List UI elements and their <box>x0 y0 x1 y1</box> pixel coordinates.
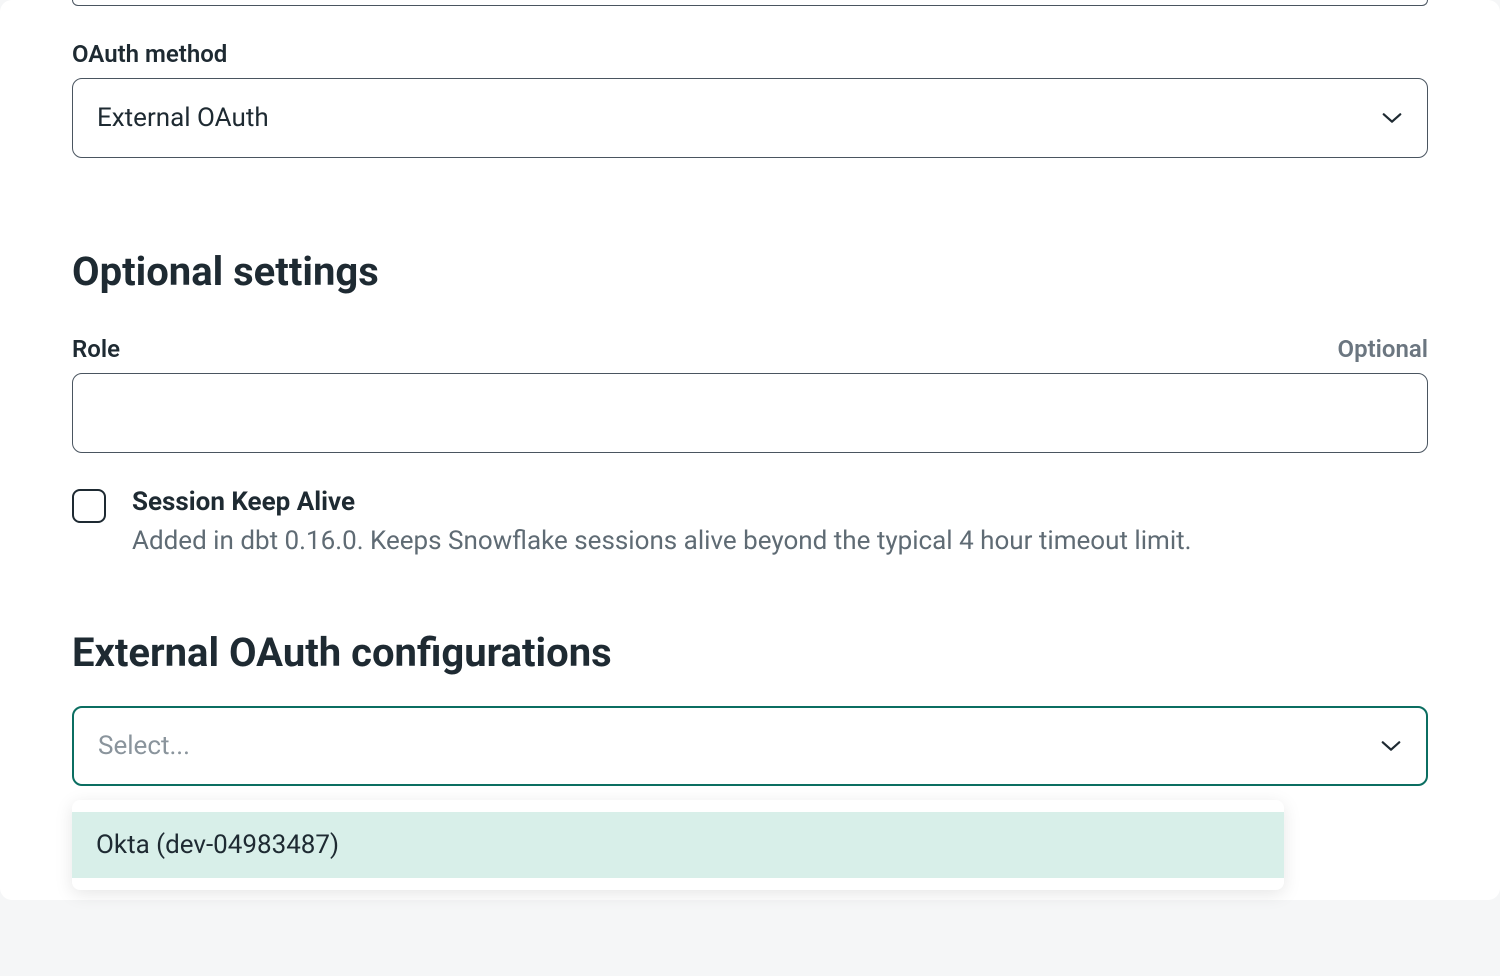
session-keep-alive-content: Session Keep Alive Added in dbt 0.16.0. … <box>132 487 1192 559</box>
role-field-group: Role Optional <box>72 335 1428 453</box>
session-keep-alive-description: Added in dbt 0.16.0. Keeps Snowflake ses… <box>132 525 1192 559</box>
role-label: Role <box>72 335 120 363</box>
external-oauth-placeholder: Select... <box>98 731 190 761</box>
session-keep-alive-row: Session Keep Alive Added in dbt 0.16.0. … <box>72 487 1428 559</box>
role-label-row: Role Optional <box>72 335 1428 363</box>
oauth-method-value: External OAuth <box>97 103 269 133</box>
external-oauth-option-okta[interactable]: Okta (dev-04983487) <box>72 812 1284 878</box>
oauth-method-select[interactable]: External OAuth <box>72 78 1428 158</box>
external-oauth-select[interactable]: Select... <box>72 706 1428 786</box>
external-oauth-dropdown: Okta (dev-04983487) <box>72 800 1284 890</box>
chevron-down-icon <box>1381 107 1403 129</box>
session-keep-alive-checkbox[interactable] <box>72 489 106 523</box>
role-optional-tag: Optional <box>1338 335 1428 363</box>
session-keep-alive-label: Session Keep Alive <box>132 487 1192 517</box>
settings-form-panel: OAuth method External OAuth Optional set… <box>0 0 1500 900</box>
external-oauth-select-wrapper: Select... Okta (dev-04983487) <box>72 706 1428 786</box>
external-oauth-heading: External OAuth configurations <box>72 629 1428 676</box>
oauth-method-label: OAuth method <box>72 40 1428 68</box>
optional-settings-heading: Optional settings <box>72 248 1428 295</box>
role-input[interactable] <box>72 373 1428 453</box>
chevron-down-icon <box>1380 735 1402 757</box>
oauth-method-field-group: OAuth method External OAuth <box>72 6 1428 158</box>
